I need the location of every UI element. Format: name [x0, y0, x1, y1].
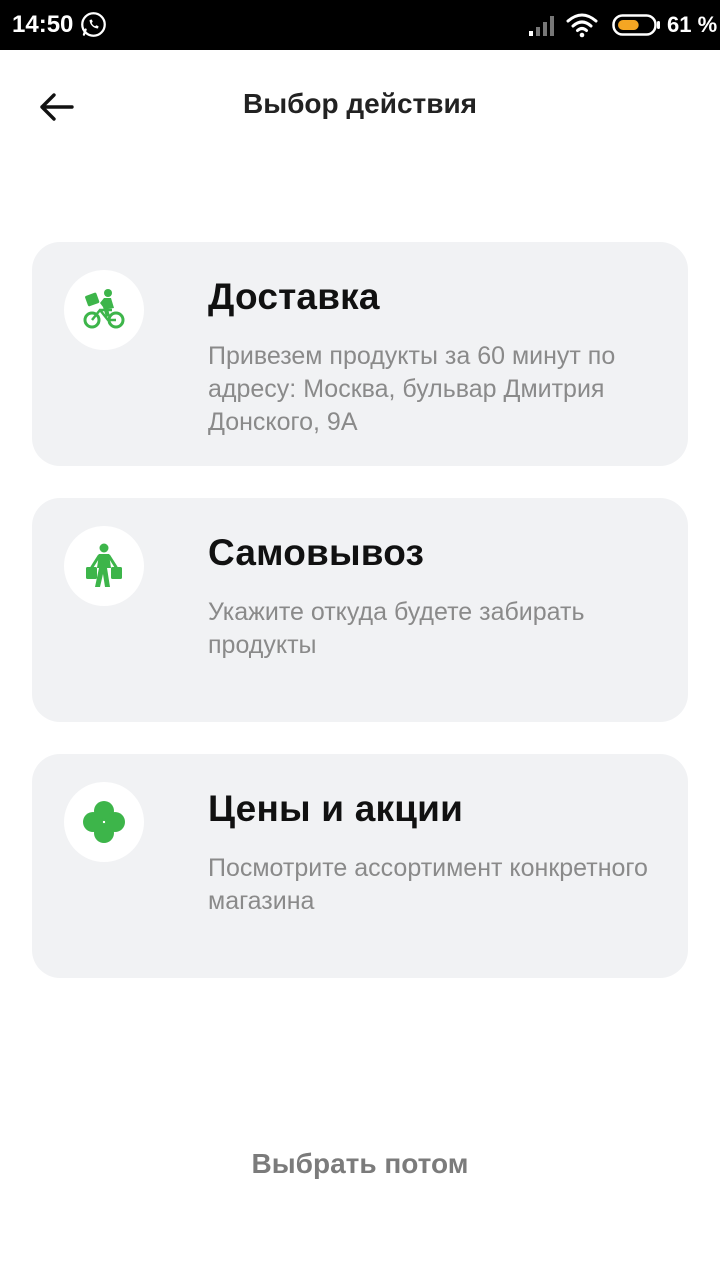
- delivery-description: Привезем продукты за 60 минут по адресу:…: [208, 342, 616, 436]
- delivery-option-card[interactable]: Доставка Привезем продукты за 60 минут п…: [32, 242, 688, 466]
- signal-icon: [529, 16, 554, 36]
- delivery-icon-badge: [64, 270, 144, 350]
- delivery-title: Доставка: [208, 276, 380, 317]
- battery-percent: 61 %: [667, 12, 718, 37]
- pickup-description: Укажите откуда будете забирать продукты: [208, 598, 585, 659]
- clover-icon: [83, 801, 125, 843]
- battery-icon: [612, 14, 660, 36]
- status-bar: 14:50 61 %: [0, 0, 720, 50]
- courier-bike-icon: [83, 289, 125, 329]
- prices-title: Цены и акции: [208, 788, 464, 829]
- pickup-option-card[interactable]: Самовывоз Укажите откуда будете забирать…: [32, 498, 688, 722]
- choose-later-button[interactable]: Выбрать потом: [0, 1148, 720, 1180]
- prices-description: Посмотрите ассортимент конкретного магаз…: [208, 854, 648, 915]
- pickup-person-icon: [86, 543, 122, 587]
- prices-option-card[interactable]: Цены и акции Посмотрите ассортимент конк…: [32, 754, 688, 978]
- pickup-icon-badge: [64, 526, 144, 606]
- pickup-title: Самовывоз: [208, 532, 425, 573]
- page-title: Выбор действия: [242, 88, 478, 119]
- whatsapp-icon: [81, 12, 106, 37]
- status-time: 14:50: [12, 11, 74, 38]
- wifi-icon: [566, 13, 598, 38]
- prices-icon-badge: [64, 782, 144, 862]
